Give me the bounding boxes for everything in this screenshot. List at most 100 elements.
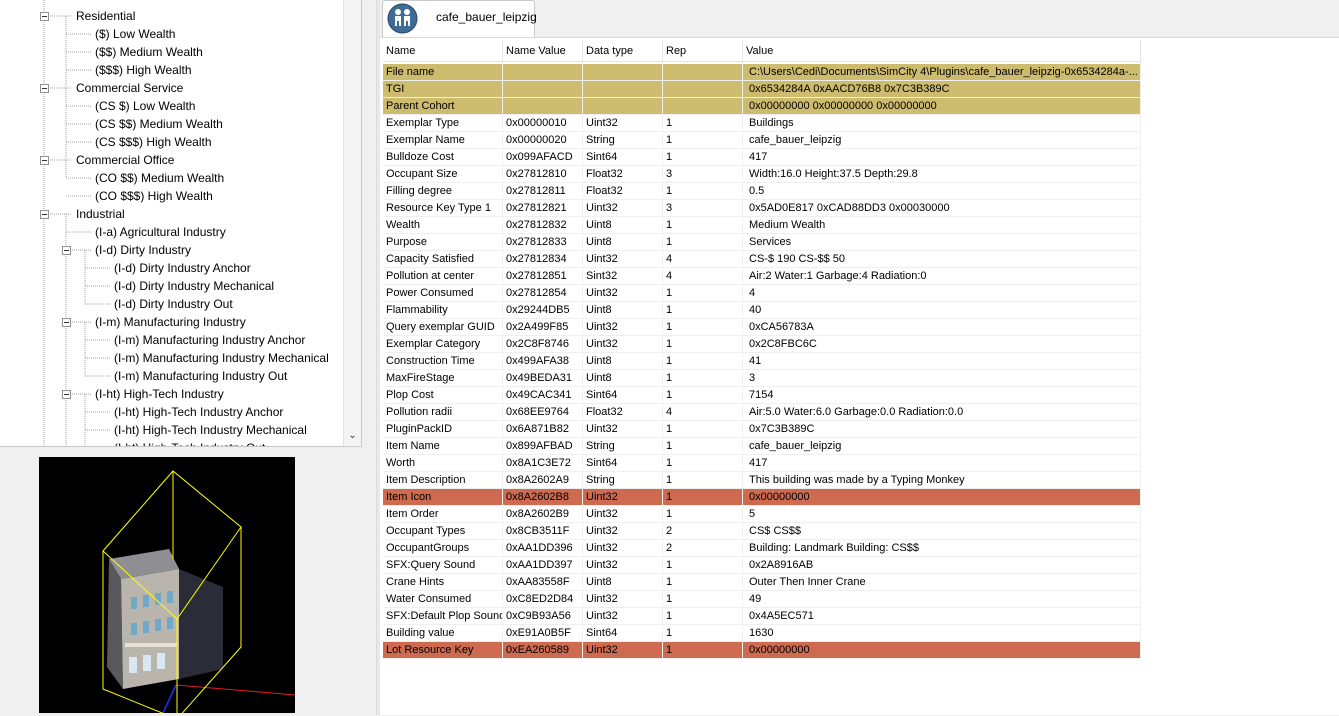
tree-node[interactable]: ($$$) High Wealth [95, 61, 192, 79]
table-row[interactable]: Power Consumed 0x27812854 Uint32 1 4 [383, 285, 1141, 302]
tree-node[interactable]: (I-a) Agricultural Industry [95, 223, 226, 241]
cell-value[interactable]: 0x00000000 0x00000000 0x00000000 [743, 98, 1141, 115]
tree-node[interactable]: (I-m) Manufacturing Industry Mechanical [114, 349, 329, 367]
tree-node[interactable]: (CS $$) Medium Wealth [95, 115, 223, 133]
table-row[interactable]: Wealth 0x27812832 Uint8 1 Medium Wealth [383, 217, 1141, 234]
table-row[interactable]: Exemplar Category 0x2C8F8746 Uint32 1 0x2C8F… [383, 336, 1141, 353]
cell-value[interactable]: 0x4A5EC571 [743, 608, 1141, 625]
table-row[interactable]: Plop Cost 0x49CAC341 Sint64 1 7154 [383, 387, 1141, 404]
cell-value[interactable]: 1630 [743, 625, 1141, 642]
table-row[interactable]: SFX:Query Sound 0xAA1DD397 Uint32 1 0x2A8916… [383, 557, 1141, 574]
tree-node[interactable]: (CS $$$) High Wealth [95, 133, 212, 151]
table-row[interactable]: Pollution radii 0x68EE9764 Float32 4 Air:5.0… [383, 404, 1141, 421]
cell-value[interactable]: 0x6534284A 0xAACD76B8 0x7C3B389C [743, 81, 1141, 98]
scroll-down-arrow-icon[interactable]: ⌄ [344, 427, 361, 444]
tree-node[interactable]: (I-m) Manufacturing Industry Out [114, 367, 287, 385]
cell-value[interactable]: 0.5 [743, 183, 1141, 200]
table-row[interactable]: Crane Hints 0xAA83558F Uint8 1 Outer Then In… [383, 574, 1141, 591]
table-row[interactable]: Flammability 0x29244DB5 Uint8 1 40 [383, 302, 1141, 319]
tab-cafe-bauer-leipzig[interactable]: cafe_bauer_leipzig [382, 0, 537, 37]
cell-value[interactable]: 3 [743, 370, 1141, 387]
cell-value[interactable]: Width:16.0 Height:37.5 Depth:29.8 [743, 166, 1141, 183]
tree-node[interactable]: (I-d) Dirty Industry Anchor [114, 259, 251, 277]
tree-node[interactable]: (I-ht) High-Tech Industry Out [114, 439, 265, 446]
tree-node[interactable]: ($) Low Wealth [95, 25, 175, 43]
cell-value[interactable]: cafe_bauer_leipzig [743, 132, 1141, 149]
table-row[interactable]: PluginPackID 0x6A871B82 Uint32 1 0x7C3B389C [383, 421, 1141, 438]
column-header-data-type[interactable]: Data type [583, 40, 663, 62]
category-tree[interactable]: Residential ($) Low Wealth ($$) Medium Wea… [0, 0, 362, 447]
tree-node[interactable]: (I-d) Dirty Industry [95, 241, 191, 259]
cell-value[interactable]: 41 [743, 353, 1141, 370]
cell-value[interactable]: This building was made by a Typing Monke… [743, 472, 1141, 489]
column-header-value[interactable]: Value [743, 40, 1141, 62]
tree-node[interactable]: (I-m) Manufacturing Industry Anchor [114, 331, 305, 349]
cell-value[interactable]: 0x7C3B389C [743, 421, 1141, 438]
collapse-toggle-icon[interactable] [40, 12, 49, 21]
table-row[interactable]: Construction Time 0x499AFA38 Uint8 1 41 [383, 353, 1141, 370]
table-row[interactable]: Capacity Satisfied 0x27812834 Uint32 4 CS-$ … [383, 251, 1141, 268]
tree-node[interactable]: (I-m) Manufacturing Industry [95, 313, 246, 331]
tree-node[interactable]: (I-ht) High-Tech Industry Mechanical [114, 421, 307, 439]
table-row[interactable]: Exemplar Name 0x00000020 String 1 cafe_bauer… [383, 132, 1141, 149]
cell-value[interactable]: Medium Wealth [743, 217, 1141, 234]
building-model-viewport[interactable] [39, 457, 296, 716]
collapse-toggle-icon[interactable] [40, 210, 49, 219]
table-row[interactable]: SFX:Default Plop Sound 0xC9B93A56 Uint32 1 0… [383, 608, 1141, 625]
cell-value[interactable]: 0x2C8FBC6C [743, 336, 1141, 353]
cell-value[interactable]: Buildings [743, 115, 1141, 132]
cell-value[interactable]: 7154 [743, 387, 1141, 404]
cell-value[interactable]: 0x5AD0E817 0xCAD88DD3 0x00030000 [743, 200, 1141, 217]
tree-node[interactable]: Commercial Office [76, 151, 174, 169]
cell-value[interactable]: 0x2A8916AB [743, 557, 1141, 574]
cell-value[interactable]: C:\Users\Cedi\Documents\SimCity 4\Plugin… [743, 64, 1141, 81]
table-row[interactable]: Lot Resource Key 0xEA260589 Uint32 1 0x00000… [383, 642, 1141, 659]
tree-node[interactable]: Industrial [76, 205, 125, 223]
table-row[interactable]: File name C:\Users\Cedi\Documents\SimCity… [383, 64, 1141, 81]
table-row[interactable]: Item Description 0x8A2602A9 String 1 This bu… [383, 472, 1141, 489]
table-row[interactable]: Filling degree 0x27812811 Float32 1 0.5 [383, 183, 1141, 200]
table-row[interactable]: Item Icon 0x8A2602B8 Uint32 1 0x00000000 [383, 489, 1141, 506]
tree-node[interactable]: (CS $) Low Wealth [95, 97, 195, 115]
collapse-toggle-icon[interactable] [40, 84, 49, 93]
collapse-toggle-icon[interactable] [62, 246, 71, 255]
cell-value[interactable]: 417 [743, 455, 1141, 472]
column-header-name-value[interactable]: Name Value [503, 40, 583, 62]
table-row[interactable]: Resource Key Type 1 0x27812821 Uint32 3 0x5A… [383, 200, 1141, 217]
table-row[interactable]: Occupant Size 0x27812810 Float32 3 Width:16.… [383, 166, 1141, 183]
table-row[interactable]: Parent Cohort 0x00000000 0x00000000 0x000… [383, 98, 1141, 115]
cell-value[interactable]: Air:5.0 Water:6.0 Garbage:0.0 Radiation:… [743, 404, 1141, 421]
cell-value[interactable]: 49 [743, 591, 1141, 608]
cell-value[interactable]: Air:2 Water:1 Garbage:4 Radiation:0 [743, 268, 1141, 285]
table-row[interactable]: Item Name 0x899AFBAD String 1 cafe_bauer_lei… [383, 438, 1141, 455]
cell-value[interactable]: cafe_bauer_leipzig [743, 438, 1141, 455]
tree-node[interactable]: Commercial Service [76, 79, 183, 97]
cell-value[interactable]: Building: Landmark Building: CS$$ [743, 540, 1141, 557]
tree-node[interactable]: (I-ht) High-Tech Industry [95, 385, 224, 403]
table-row[interactable]: Water Consumed 0xC8ED2D84 Uint32 1 49 [383, 591, 1141, 608]
cell-value[interactable]: 0x00000000 [743, 489, 1141, 506]
table-row[interactable]: Bulldoze Cost 0x099AFACD Sint64 1 417 [383, 149, 1141, 166]
collapse-toggle-icon[interactable] [62, 318, 71, 327]
tree-node[interactable]: (I-d) Dirty Industry Mechanical [114, 277, 274, 295]
tree-node[interactable]: ($$) Medium Wealth [95, 43, 203, 61]
cell-value[interactable]: 0x00000000 [743, 642, 1141, 659]
table-row[interactable]: Occupant Types 0x8CB3511F Uint32 2 CS$ CS$$ [383, 523, 1141, 540]
table-row[interactable]: Building value 0xE91A0B5F Sint64 1 1630 [383, 625, 1141, 642]
table-row[interactable]: Exemplar Type 0x00000010 Uint32 1 Buildings [383, 115, 1141, 132]
table-row[interactable]: Purpose 0x27812833 Uint8 1 Services [383, 234, 1141, 251]
cell-value[interactable]: Services [743, 234, 1141, 251]
cell-value[interactable]: Outer Then Inner Crane [743, 574, 1141, 591]
cell-value[interactable]: 417 [743, 149, 1141, 166]
table-row[interactable]: OccupantGroups 0xAA1DD396 Uint32 2 Building:… [383, 540, 1141, 557]
table-row[interactable]: Item Order 0x8A2602B9 Uint32 1 5 [383, 506, 1141, 523]
cell-value[interactable]: CS$ CS$$ [743, 523, 1141, 540]
cell-value[interactable]: 0xCA56783A [743, 319, 1141, 336]
table-row[interactable]: TGI 0x6534284A 0xAACD76B8 0x7C3B389C [383, 81, 1141, 98]
cell-value[interactable]: 5 [743, 506, 1141, 523]
table-row[interactable]: Pollution at center 0x27812851 Sint32 4 Air:… [383, 268, 1141, 285]
column-header-rep[interactable]: Rep [663, 40, 743, 62]
table-row[interactable]: Query exemplar GUID 0x2A499F85 Uint32 1 0xCA… [383, 319, 1141, 336]
tree-node[interactable]: Residential [76, 7, 135, 25]
cell-value[interactable]: 40 [743, 302, 1141, 319]
